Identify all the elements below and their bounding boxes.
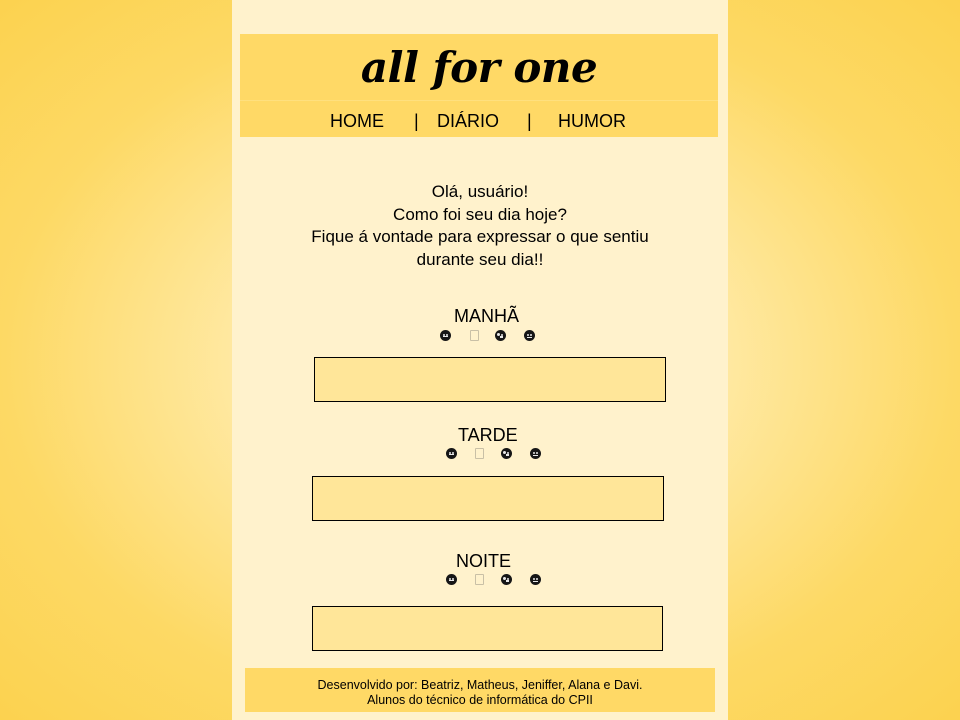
sad-face-icon[interactable] [530,448,541,459]
greeting-line: durante seu dia!! [416,249,544,269]
period-title-manha: MANHÃ [454,306,520,326]
sad-face-icon[interactable] [524,330,535,341]
main-nav: HOME | DIÁRIO | HUMOR [240,109,718,133]
site-footer: Desenvolvido por: Beatriz, Matheus, Jeni… [245,668,715,712]
content-column: all for one HOME | DIÁRIO | HUMOR Olá, u… [232,0,728,720]
greeting-line: Como foi seu dia hoje? [393,204,567,224]
missing-glyph-icon[interactable] [475,574,484,585]
nav-link-diario[interactable]: DIÁRIO [437,109,499,133]
greeting-message: Olá, usuário! Como foi seu dia hoje? Fiq… [232,181,728,271]
tongue-face-icon[interactable] [501,574,512,585]
footer-credits: Desenvolvido por: Beatriz, Matheus, Jeni… [317,678,643,692]
missing-glyph-icon[interactable] [475,448,484,459]
tongue-face-icon[interactable] [495,330,506,341]
nav-separator: | [527,111,532,131]
sad-face-icon[interactable] [530,574,541,585]
header-divider [240,100,718,101]
nav-link-humor[interactable]: HUMOR [558,109,626,133]
neutral-face-icon[interactable] [446,448,457,459]
nav-link-home[interactable]: HOME [330,109,384,133]
greeting-line: Fique á vontade para expressar o que sen… [311,227,649,246]
period-title-noite: NOITE [456,551,512,571]
neutral-face-icon[interactable] [446,574,457,585]
footer-school: Alunos do técnico de informática do CPII [367,693,593,707]
neutral-face-icon[interactable] [440,330,451,341]
site-header: all for one HOME | DIÁRIO | HUMOR [240,34,718,137]
greeting-line: Olá, usuário! [431,182,529,201]
diary-textbox-noite[interactable] [312,606,663,651]
nav-separator: | [414,111,419,131]
tongue-face-icon[interactable] [501,448,512,459]
diary-textbox-manha[interactable] [314,357,666,402]
period-title-tarde: TARDE [458,425,518,445]
diary-textbox-tarde[interactable] [312,476,664,521]
missing-glyph-icon[interactable] [470,330,479,341]
site-title: all for one [360,43,598,92]
